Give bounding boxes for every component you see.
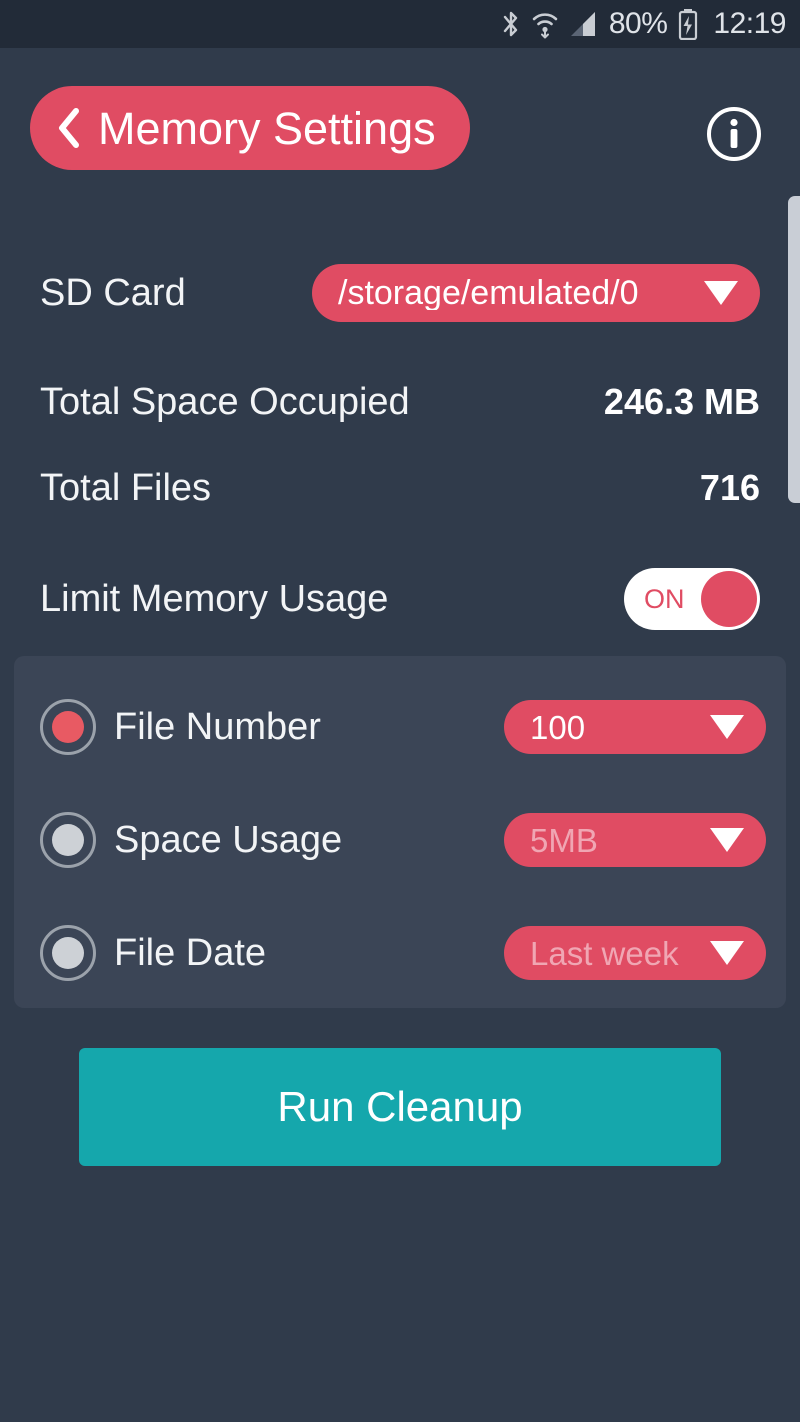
radio-option-space-usage[interactable]: Space Usage: [40, 812, 342, 868]
total-space-label: Total Space Occupied: [40, 381, 410, 423]
caret-down-icon: [710, 941, 744, 965]
memory-settings-screen: Memory Settings SD Card /storage/emulate…: [0, 48, 800, 1422]
total-space-row: Total Space Occupied 246.3 MB: [40, 380, 760, 424]
radio-row-file-date[interactable]: File Date Last week: [40, 918, 766, 988]
scrollbar-thumb[interactable]: [788, 196, 800, 503]
toggle-state-label: ON: [644, 583, 685, 614]
radio-row-space-usage[interactable]: Space Usage 5MB: [40, 805, 766, 875]
radio-row-file-number[interactable]: File Number 100: [40, 692, 766, 762]
radio-dot: [52, 824, 84, 856]
radio-button-file-number[interactable]: [40, 699, 96, 755]
total-space-value: 246.3 MB: [603, 381, 760, 422]
battery-percent-label: 80%: [608, 7, 668, 40]
file-number-value: 100: [530, 710, 586, 744]
space-usage-dropdown[interactable]: 5MB: [504, 813, 766, 867]
limit-memory-label: Limit Memory Usage: [40, 578, 389, 620]
file-number-dropdown[interactable]: 100: [504, 700, 766, 754]
limit-options-panel: File Number 100 Space Usage 5MB File Dat…: [14, 656, 786, 1008]
radio-label-file-number: File Number: [114, 706, 321, 748]
info-icon[interactable]: [705, 105, 763, 163]
sd-card-row: SD Card /storage/emulated/0: [40, 264, 760, 322]
battery-charging-icon: [677, 8, 699, 40]
page-title: Memory Settings: [98, 102, 436, 154]
status-bar: 80% 12:19: [0, 0, 800, 48]
file-date-dropdown[interactable]: Last week: [504, 926, 766, 980]
file-date-value: Last week: [530, 936, 679, 970]
sd-card-path-dropdown[interactable]: /storage/emulated/0: [312, 264, 760, 322]
radio-button-file-date[interactable]: [40, 925, 96, 981]
clock-label: 12:19: [713, 7, 786, 40]
radio-option-file-number[interactable]: File Number: [40, 699, 321, 755]
caret-down-icon: [704, 281, 738, 305]
caret-down-icon: [710, 828, 744, 852]
page-header: Memory Settings: [0, 48, 800, 180]
total-files-row: Total Files 716: [40, 466, 760, 510]
wifi-icon: [531, 9, 559, 39]
radio-dot: [52, 937, 84, 969]
total-files-label: Total Files: [40, 467, 212, 509]
radio-button-space-usage[interactable]: [40, 812, 96, 868]
chevron-left-icon: [56, 107, 82, 149]
radio-label-file-date: File Date: [114, 932, 267, 974]
total-files-value: 716: [699, 467, 760, 508]
caret-down-icon: [710, 715, 744, 739]
back-title-button[interactable]: Memory Settings: [30, 86, 470, 170]
radio-label-space-usage: Space Usage: [114, 819, 343, 861]
limit-memory-toggle[interactable]: ON: [624, 568, 760, 630]
run-cleanup-button[interactable]: Run Cleanup: [79, 1048, 721, 1166]
sd-card-path-value: /storage/emulated/0: [338, 276, 639, 310]
radio-option-file-date[interactable]: File Date: [40, 925, 266, 981]
sd-card-label: SD Card: [40, 272, 186, 314]
space-usage-value: 5MB: [530, 823, 598, 857]
bluetooth-icon: [501, 9, 521, 39]
page-scrollbar[interactable]: [788, 96, 800, 1422]
toggle-knob[interactable]: [701, 571, 757, 627]
run-cleanup-label: Run Cleanup: [277, 1083, 523, 1130]
radio-dot: [52, 711, 84, 743]
cellular-signal-icon: [569, 9, 599, 39]
limit-memory-row: Limit Memory Usage ON: [40, 568, 760, 630]
